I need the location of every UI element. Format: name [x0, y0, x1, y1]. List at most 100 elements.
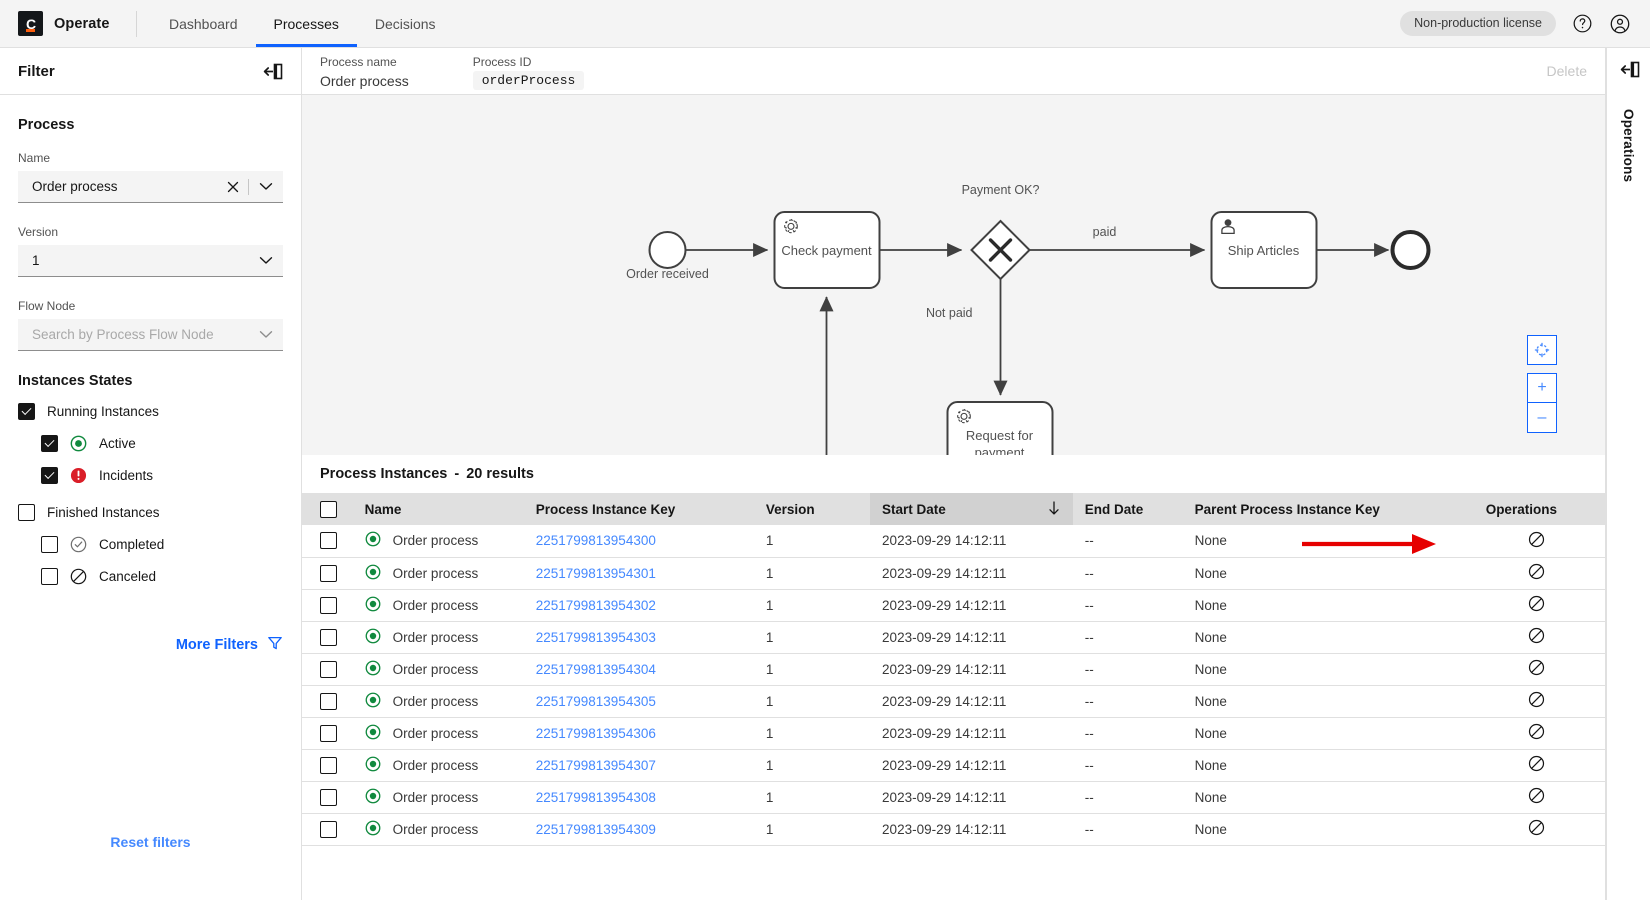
- table-row[interactable]: Order process 2251799813954302 1 2023-09…: [302, 589, 1605, 621]
- row-key-cell: 2251799813954306: [524, 717, 754, 749]
- process-instance-key-link[interactable]: 2251799813954301: [536, 566, 656, 581]
- table-row[interactable]: Order process 2251799813954300 1 2023-09…: [302, 525, 1605, 557]
- checkbox-row-canceled[interactable]: Canceled: [18, 568, 283, 585]
- process-instance-key-link[interactable]: 2251799813954308: [536, 790, 656, 805]
- checkbox-row-completed[interactable]: Completed: [18, 536, 283, 553]
- checkbox-row-finished-instances[interactable]: Finished Instances: [18, 504, 283, 521]
- process-instance-key-link[interactable]: 2251799813954304: [536, 662, 656, 677]
- chevron-down-icon[interactable]: [249, 182, 283, 191]
- checkbox-active[interactable]: [41, 435, 58, 452]
- more-filters-button[interactable]: More Filters: [176, 635, 283, 655]
- process-id-meta: Process ID orderProcess: [473, 55, 585, 90]
- checkbox-completed[interactable]: [41, 536, 58, 553]
- process-version-select[interactable]: 1: [18, 245, 283, 277]
- cancel-operation-icon[interactable]: [1528, 531, 1545, 548]
- row-end-date-cell: --: [1073, 653, 1183, 685]
- cancel-operation-icon[interactable]: [1528, 819, 1545, 836]
- column-header-start-date[interactable]: Start Date: [870, 493, 1073, 525]
- process-instance-key-link[interactable]: 2251799813954300: [536, 533, 656, 548]
- checkbox-canceled[interactable]: [41, 568, 58, 585]
- cancel-operation-icon[interactable]: [1528, 627, 1545, 644]
- column-header-version[interactable]: Version: [754, 493, 870, 525]
- close-icon[interactable]: [218, 180, 248, 194]
- row-checkbox[interactable]: [320, 565, 337, 582]
- row-key-cell: 2251799813954309: [524, 813, 754, 845]
- process-instance-key-link[interactable]: 2251799813954303: [536, 630, 656, 645]
- brand[interactable]: C Operate: [0, 11, 130, 36]
- process-instance-key-link[interactable]: 2251799813954309: [536, 822, 656, 837]
- row-name-cell: Order process: [353, 717, 524, 749]
- table-row[interactable]: Order process 2251799813954301 1 2023-09…: [302, 557, 1605, 589]
- process-version-value: 1: [32, 253, 249, 268]
- reset-filters-button[interactable]: Reset filters: [0, 834, 301, 850]
- row-checkbox[interactable]: [320, 532, 337, 549]
- zoom-in-button[interactable]: +: [1527, 373, 1557, 403]
- column-header-process-instance-key[interactable]: Process Instance Key: [524, 493, 754, 525]
- table-row[interactable]: Order process 2251799813954309 1 2023-09…: [302, 813, 1605, 845]
- cancel-operation-icon[interactable]: [1528, 563, 1545, 580]
- reset-zoom-icon[interactable]: [1527, 335, 1557, 365]
- row-checkbox[interactable]: [320, 693, 337, 710]
- cancel-operation-icon[interactable]: [1528, 691, 1545, 708]
- row-checkbox[interactable]: [320, 597, 337, 614]
- process-instance-key-link[interactable]: 2251799813954305: [536, 694, 656, 709]
- row-operations-cell: [1468, 525, 1605, 557]
- process-instance-key-link[interactable]: 2251799813954306: [536, 726, 656, 741]
- bpmn-canvas[interactable]: Order received Check paym: [302, 95, 1605, 455]
- process-instances-table: Name Process Instance Key Version Start …: [302, 493, 1605, 846]
- help-icon[interactable]: [1570, 12, 1594, 36]
- row-name-cell: Order process: [353, 685, 524, 717]
- chevron-down-icon[interactable]: [249, 256, 283, 265]
- cancel-operation-icon[interactable]: [1528, 755, 1545, 772]
- table-row[interactable]: Order process 2251799813954304 1 2023-09…: [302, 653, 1605, 685]
- row-checkbox[interactable]: [320, 629, 337, 646]
- row-checkbox[interactable]: [320, 725, 337, 742]
- column-header-end-date[interactable]: End Date: [1073, 493, 1183, 525]
- delete-button[interactable]: Delete: [1547, 63, 1587, 86]
- cancel-operation-icon[interactable]: [1528, 787, 1545, 804]
- cancel-operation-icon[interactable]: [1528, 659, 1545, 676]
- checkbox-row-incidents[interactable]: Incidents: [18, 467, 283, 484]
- filter-icon: [267, 635, 283, 655]
- table-row[interactable]: Order process 2251799813954307 1 2023-09…: [302, 749, 1605, 781]
- checkbox-finished-instances[interactable]: [18, 504, 35, 521]
- cancel-operation-icon[interactable]: [1528, 723, 1545, 740]
- checkbox-row-active[interactable]: Active: [18, 435, 283, 452]
- collapse-panel-icon[interactable]: [260, 63, 283, 80]
- row-name-cell: Order process: [353, 781, 524, 813]
- row-name-cell: Order process: [353, 589, 524, 621]
- nav-item-decisions[interactable]: Decisions: [357, 0, 454, 47]
- row-operations-cell: [1468, 781, 1605, 813]
- process-name-combobox[interactable]: Order process: [18, 171, 283, 203]
- column-header-parent-process-instance-key[interactable]: Parent Process Instance Key: [1183, 493, 1468, 525]
- cancel-operation-icon[interactable]: [1528, 595, 1545, 612]
- process-instance-key-link[interactable]: 2251799813954307: [536, 758, 656, 773]
- row-checkbox[interactable]: [320, 757, 337, 774]
- zoom-out-button[interactable]: –: [1527, 403, 1557, 433]
- checkbox-running-instances[interactable]: [18, 403, 35, 420]
- expand-panel-icon[interactable]: [1617, 61, 1640, 83]
- row-parent-key-cell: None: [1183, 589, 1468, 621]
- nav-item-dashboard[interactable]: Dashboard: [151, 0, 256, 47]
- row-checkbox[interactable]: [320, 821, 337, 838]
- instances-states-title: Instances States: [18, 373, 283, 389]
- table-row[interactable]: Order process 2251799813954308 1 2023-09…: [302, 781, 1605, 813]
- checkbox-row-running-instances[interactable]: Running Instances: [18, 403, 283, 420]
- user-avatar-icon[interactable]: [1608, 12, 1632, 36]
- select-all-checkbox[interactable]: [320, 501, 337, 518]
- more-filters-label: More Filters: [176, 637, 258, 653]
- operations-label[interactable]: Operations: [1621, 109, 1636, 182]
- row-checkbox[interactable]: [320, 661, 337, 678]
- nav-item-processes[interactable]: Processes: [256, 0, 357, 47]
- process-instance-key-link[interactable]: 2251799813954302: [536, 598, 656, 613]
- table-row[interactable]: Order process 2251799813954305 1 2023-09…: [302, 685, 1605, 717]
- table-row[interactable]: Order process 2251799813954306 1 2023-09…: [302, 717, 1605, 749]
- column-header-name[interactable]: Name: [353, 493, 524, 525]
- chevron-down-icon[interactable]: [249, 330, 283, 339]
- flownode-combobox[interactable]: Search by Process Flow Node: [18, 319, 283, 351]
- row-end-date-cell: --: [1073, 589, 1183, 621]
- row-checkbox[interactable]: [320, 789, 337, 806]
- table-row[interactable]: Order process 2251799813954303 1 2023-09…: [302, 621, 1605, 653]
- sort-descending-icon[interactable]: [1047, 500, 1061, 519]
- checkbox-incidents[interactable]: [41, 467, 58, 484]
